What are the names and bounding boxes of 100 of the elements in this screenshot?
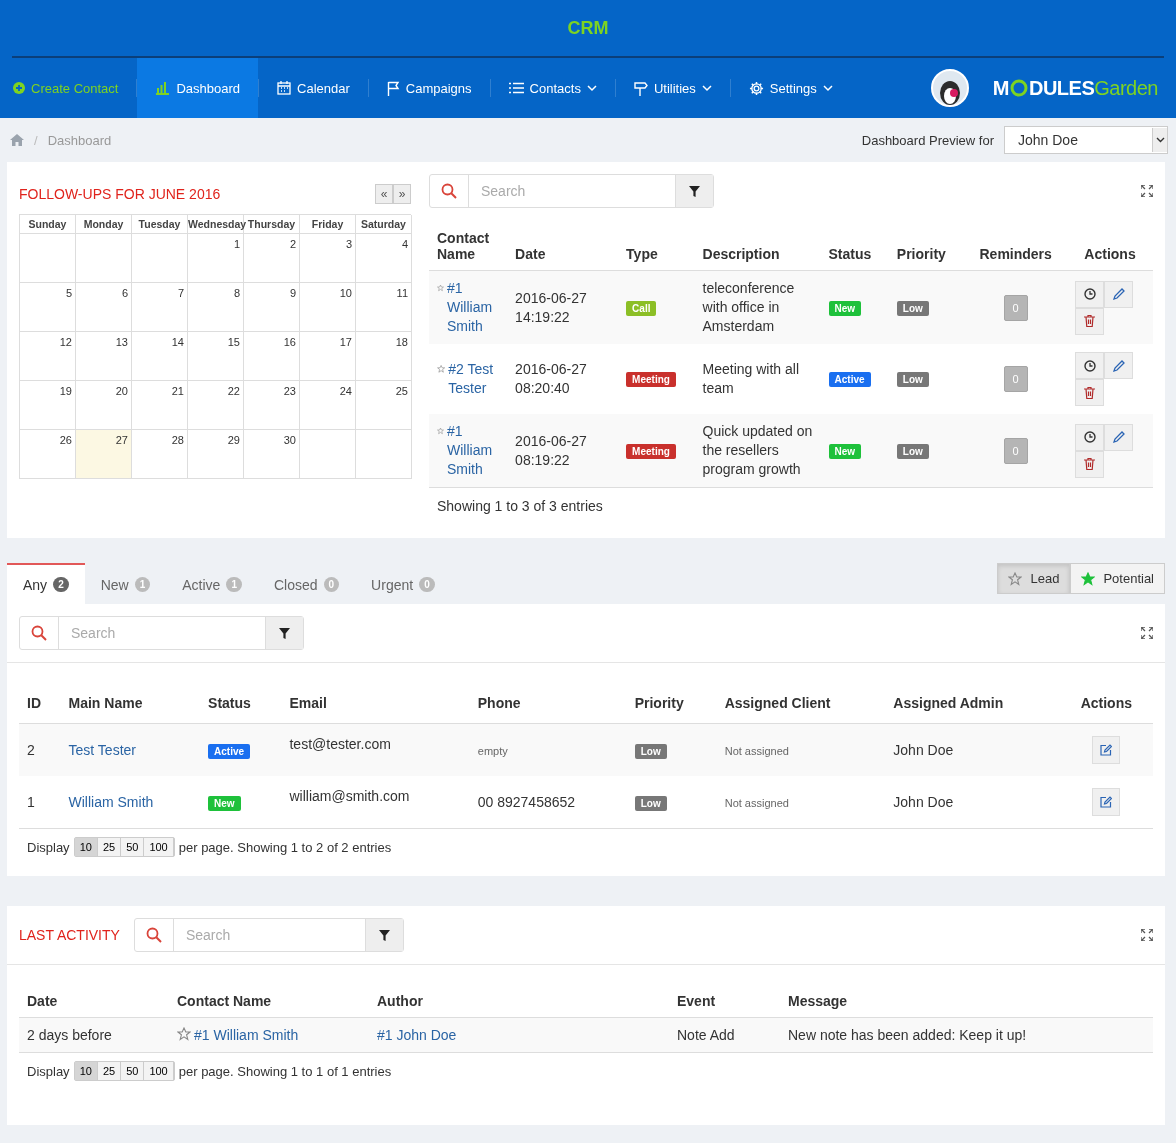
delete-button[interactable] bbox=[1075, 379, 1104, 406]
calendar-day[interactable]: 15 bbox=[188, 332, 244, 381]
calendar-day[interactable]: 4 bbox=[356, 234, 412, 283]
calendar-day[interactable]: 9 bbox=[244, 283, 300, 332]
page-size-button[interactable]: 100 bbox=[144, 838, 174, 856]
calendar-day[interactable]: 14 bbox=[132, 332, 188, 381]
filter-tab[interactable]: Closed 0 bbox=[257, 563, 356, 604]
calendar-day[interactable]: 24 bbox=[300, 381, 356, 430]
search-bar[interactable]: Search bbox=[133, 918, 404, 952]
column-header: Event bbox=[669, 985, 780, 1018]
filter-button[interactable] bbox=[364, 919, 403, 951]
calendar-day[interactable]: 19 bbox=[20, 381, 76, 430]
status-badge: Active bbox=[208, 744, 251, 759]
column-header: Message bbox=[780, 985, 1153, 1018]
page-size-button[interactable]: 50 bbox=[121, 1062, 145, 1080]
calendar-day[interactable]: 18 bbox=[356, 332, 412, 381]
calendar-icon bbox=[277, 81, 292, 95]
status-badge: New bbox=[828, 300, 862, 316]
calendar-day[interactable]: 28 bbox=[132, 430, 188, 479]
table-cell: 2 bbox=[27, 742, 35, 758]
bar-chart-icon bbox=[155, 81, 171, 95]
pencil-icon bbox=[1112, 359, 1125, 372]
reminder-count: 0 bbox=[1003, 294, 1028, 321]
delete-button[interactable] bbox=[1075, 450, 1104, 478]
preview-select[interactable]: John Doe bbox=[1004, 126, 1168, 154]
calendar-day[interactable]: 23 bbox=[244, 381, 300, 430]
author-link[interactable]: #1 John Doe bbox=[377, 1027, 457, 1043]
previous-month-button[interactable]: « bbox=[375, 184, 393, 204]
search-bar[interactable]: Search bbox=[429, 174, 714, 208]
table-cell: william@smith.com bbox=[289, 788, 410, 804]
reminder-button[interactable] bbox=[1075, 280, 1104, 308]
nav-item[interactable]: Calendar bbox=[259, 58, 368, 118]
filter-icon bbox=[279, 627, 290, 639]
calendar-day[interactable]: 8 bbox=[188, 283, 244, 332]
edit-button[interactable] bbox=[1104, 280, 1133, 308]
calendar-day[interactable]: 22 bbox=[188, 381, 244, 430]
calendar-day[interactable]: 21 bbox=[132, 381, 188, 430]
nav-item[interactable]: Contacts bbox=[490, 58, 615, 118]
calendar-day[interactable]: 12 bbox=[20, 332, 76, 381]
priority-badge: Low bbox=[896, 372, 929, 387]
page-size-button[interactable]: 10 bbox=[74, 838, 98, 856]
expand-icon[interactable] bbox=[1141, 185, 1153, 197]
page-size-button[interactable]: 100 bbox=[144, 1062, 174, 1080]
page-size-button[interactable]: 25 bbox=[97, 838, 122, 856]
reminder-button[interactable] bbox=[1075, 352, 1104, 379]
contact-link[interactable]: Test Tester bbox=[68, 742, 136, 758]
edit-button[interactable] bbox=[1092, 736, 1121, 764]
edit-button[interactable] bbox=[1092, 788, 1121, 816]
toggle-button[interactable]: Potential bbox=[1070, 563, 1165, 594]
edit-button[interactable] bbox=[1104, 352, 1133, 379]
expand-icon[interactable] bbox=[1141, 627, 1153, 639]
calendar-day[interactable]: 1 bbox=[188, 234, 244, 283]
weekday-header: Sunday bbox=[20, 215, 76, 234]
calendar-day[interactable]: 13 bbox=[76, 332, 132, 381]
table-cell: Not assigned bbox=[724, 745, 789, 757]
column-header: Actions bbox=[1067, 222, 1153, 271]
calendar-day[interactable]: 10 bbox=[300, 283, 356, 332]
reminder-button[interactable] bbox=[1075, 423, 1104, 451]
filter-tab[interactable]: New 1 bbox=[84, 563, 167, 604]
filter-tab[interactable]: Any 2 bbox=[7, 563, 85, 604]
clock-icon bbox=[1083, 359, 1096, 372]
calendar-day[interactable]: 6 bbox=[76, 283, 132, 332]
calendar-day[interactable]: 30 bbox=[244, 430, 300, 479]
contact-link[interactable]: #2 Test Tester bbox=[448, 360, 500, 398]
page-size-button[interactable]: 50 bbox=[121, 838, 145, 856]
calendar-day[interactable]: 5 bbox=[20, 283, 76, 332]
calendar-day[interactable]: 29 bbox=[188, 430, 244, 479]
calendar-day[interactable]: 7 bbox=[132, 283, 188, 332]
nav-item[interactable]: Dashboard bbox=[137, 58, 259, 118]
column-header: Description bbox=[694, 222, 821, 271]
gear-icon bbox=[748, 80, 764, 96]
search-icon bbox=[31, 625, 47, 641]
nav-item[interactable]: Campaigns bbox=[368, 58, 490, 118]
nav-item[interactable]: Settings bbox=[730, 58, 851, 118]
edit-button[interactable] bbox=[1104, 423, 1133, 451]
nav-item[interactable]: Utilities bbox=[615, 58, 730, 118]
next-month-button[interactable]: » bbox=[393, 184, 411, 204]
expand-icon[interactable] bbox=[1141, 929, 1153, 941]
toggle-button[interactable]: Lead bbox=[997, 563, 1071, 594]
calendar-day[interactable]: 27 bbox=[76, 430, 132, 479]
calendar-day[interactable]: 11 bbox=[356, 283, 412, 332]
filter-tab[interactable]: Urgent 0 bbox=[355, 563, 451, 604]
contact-link[interactable]: William Smith bbox=[68, 794, 154, 810]
pager-label: Display bbox=[27, 1063, 70, 1079]
filter-button[interactable] bbox=[675, 175, 713, 207]
search-bar[interactable]: Search bbox=[19, 616, 304, 650]
calendar-day[interactable]: 16 bbox=[244, 332, 300, 381]
calendar-day[interactable]: 25 bbox=[356, 381, 412, 430]
page-size-button[interactable]: 10 bbox=[74, 1062, 98, 1080]
filter-button[interactable] bbox=[265, 617, 303, 649]
weekday-header: Wednesday bbox=[188, 215, 244, 234]
weekday-header: Monday bbox=[76, 215, 132, 234]
calendar-day[interactable]: 17 bbox=[300, 332, 356, 381]
calendar-day[interactable]: 3 bbox=[300, 234, 356, 283]
calendar-day[interactable]: 2 bbox=[244, 234, 300, 283]
page-size-button[interactable]: 25 bbox=[97, 1062, 122, 1080]
table-cell: Quick updated on the resellers program growth bbox=[702, 423, 813, 477]
filter-tab[interactable]: Active 1 bbox=[166, 563, 258, 604]
delete-button[interactable] bbox=[1075, 307, 1104, 335]
table-cell: Note Add bbox=[677, 1027, 735, 1043]
